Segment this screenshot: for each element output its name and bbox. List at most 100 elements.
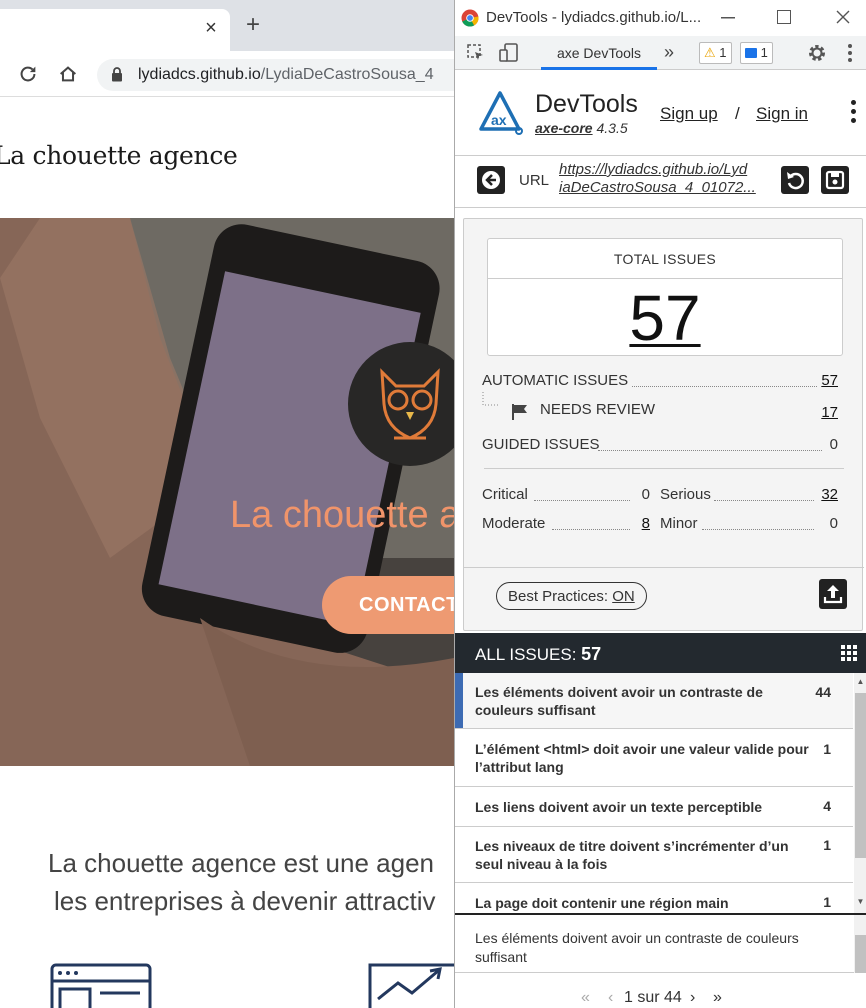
browser-tab[interactable]: × — [0, 9, 230, 51]
home-icon[interactable] — [57, 63, 79, 85]
close-window-icon[interactable] — [836, 10, 850, 24]
devtools-window: DevTools - lydiadcs.github.io/L... axe D… — [454, 0, 866, 1008]
settings-gear-icon[interactable] — [807, 43, 827, 63]
total-issues-label: TOTAL ISSUES — [613, 251, 717, 267]
all-issues-header: ALL ISSUES: 57 — [455, 633, 866, 673]
growth-chart-icon — [368, 963, 454, 1008]
new-tab-button[interactable]: + — [246, 13, 260, 37]
browser-window-icon — [50, 963, 152, 1008]
rescan-button[interactable] — [781, 166, 809, 194]
save-results-button[interactable] — [821, 166, 849, 194]
tab-close-button[interactable]: × — [200, 17, 222, 40]
sign-up-link[interactable]: Sign up — [660, 104, 718, 124]
detail-scrollbar-thumb[interactable] — [855, 935, 866, 973]
message-icon — [745, 48, 757, 58]
grid-view-icon[interactable] — [841, 645, 857, 661]
serious-label: Serious — [660, 486, 711, 503]
issue-count: 1 — [823, 741, 831, 757]
issue-title: Les niveaux de titre doivent s’incrément… — [475, 838, 789, 872]
devtools-titlebar: DevTools - lydiadcs.github.io/L... — [455, 0, 866, 36]
messages-count: 1 — [760, 45, 768, 60]
pager-first-button[interactable]: « — [581, 989, 590, 1007]
tab-axe-devtools[interactable]: axe DevTools — [541, 36, 657, 70]
issue-title: L’élément <html> doit avoir une valeur v… — [475, 741, 809, 775]
inspect-element-icon[interactable] — [467, 44, 485, 62]
more-tabs-button[interactable]: » — [664, 42, 674, 63]
pager-last-button[interactable]: » — [713, 989, 722, 1007]
dot-leader — [632, 386, 817, 387]
intro-section: La chouette agence est une agen les entr… — [0, 766, 454, 1008]
scroll-down-icon[interactable]: ▼ — [854, 897, 866, 906]
issue-row[interactable]: Les niveaux de titre doivent s’incrément… — [455, 827, 853, 883]
needs-review-count[interactable]: 17 — [818, 404, 838, 421]
minor-count: 0 — [829, 515, 838, 532]
best-practices-toggle[interactable]: Best Practices: ON — [496, 582, 647, 610]
issues-scrollbar[interactable]: ▲ ▼ — [854, 673, 866, 913]
detail-scrollbar[interactable] — [854, 915, 866, 973]
chrome-icon — [461, 9, 479, 27]
issue-count: 4 — [823, 798, 831, 814]
issue-detail-title: Les éléments doivent avoir un contraste … — [475, 930, 799, 965]
issue-detail-header: Les éléments doivent avoir un contraste … — [455, 913, 866, 973]
sign-separator: / — [735, 104, 740, 123]
devtools-tab-strip: axe DevTools » ⚠ 1 1 — [455, 36, 866, 70]
issue-count: 1 — [823, 894, 831, 910]
issues-list: Les éléments doivent avoir un contraste … — [455, 673, 853, 913]
total-issues-count[interactable]: 57 — [488, 281, 842, 355]
warnings-count: 1 — [719, 45, 727, 60]
warnings-badge[interactable]: ⚠ 1 — [699, 42, 732, 64]
issue-pager: « ‹ 1 sur 44 › » — [455, 985, 866, 1008]
contact-button[interactable]: CONTACT — [322, 576, 454, 634]
lock-icon — [112, 67, 122, 82]
maximize-icon[interactable] — [777, 10, 791, 24]
address-bar[interactable]: lydiadcs.github.io/LydiaDeCastroSousa_4 — [97, 59, 477, 91]
issue-row[interactable]: La page doit contenir une région main 1 — [455, 883, 853, 913]
browser-toolbar: lydiadcs.github.io/LydiaDeCastroSousa_4 — [0, 51, 477, 97]
export-button[interactable] — [819, 579, 847, 609]
automatic-issues-count[interactable]: 57 — [818, 372, 838, 389]
scrollbar-thumb[interactable] — [855, 693, 866, 858]
messages-badge[interactable]: 1 — [740, 42, 773, 64]
device-toolbar-icon[interactable] — [499, 43, 519, 63]
serious-count[interactable]: 32 — [814, 486, 838, 503]
devtools-menu-icon[interactable] — [848, 44, 852, 62]
total-issues-card: TOTAL ISSUES 57 — [487, 238, 843, 356]
total-divider — [488, 278, 842, 279]
minor-label: Minor — [660, 515, 698, 532]
browser-tab-strip: × + — [0, 0, 454, 51]
sign-in-link[interactable]: Sign in — [756, 104, 808, 124]
owl-logo-badge — [348, 342, 454, 466]
axe-header: ax DevTools axe-core 4.3.5 Sign up / Sig… — [455, 70, 866, 156]
upload-icon — [823, 585, 843, 604]
issue-title: La page doit contenir une région main — [475, 895, 729, 911]
scroll-up-icon[interactable]: ▲ — [854, 677, 866, 686]
all-issues-title: ALL ISSUES: 57 — [475, 644, 602, 664]
pager-prev-button[interactable]: ‹ — [608, 989, 613, 1007]
screen: { "browser": { "tab_close": "×", "new_ta… — [0, 0, 866, 1008]
back-button[interactable] — [477, 166, 505, 194]
flag-icon — [512, 404, 527, 420]
axe-core-link[interactable]: axe-core — [535, 120, 593, 136]
site-logo[interactable]: La chouette agence — [0, 141, 238, 170]
dot-leader — [702, 529, 814, 530]
issue-row[interactable]: Les éléments doivent avoir un contraste … — [455, 673, 853, 729]
tree-connector — [482, 392, 498, 406]
address-url: lydiadcs.github.io/LydiaDeCastroSousa_4 — [138, 66, 434, 83]
axe-menu-icon[interactable] — [851, 100, 857, 127]
moderate-count[interactable]: 8 — [634, 515, 650, 532]
pager-next-button[interactable]: › — [690, 989, 695, 1007]
critical-count: 0 — [641, 486, 650, 503]
best-practices-label: Best Practices: — [508, 588, 609, 605]
issue-row[interactable]: Les liens doivent avoir un texte percept… — [455, 787, 853, 827]
devtools-window-title: DevTools - lydiadcs.github.io/L... — [486, 9, 702, 26]
guided-issues-count: 0 — [829, 436, 838, 453]
hero-title: La chouette a — [230, 494, 454, 536]
moderate-label: Moderate — [482, 515, 546, 532]
scanned-url-link[interactable]: https://lydiadcs.github.io/Lyd iaDeCastro… — [559, 161, 771, 197]
reload-icon[interactable] — [17, 63, 39, 85]
pager-position: 1 sur 44 — [624, 989, 682, 1006]
needs-review-label: NEEDS REVIEW — [540, 401, 656, 418]
minimize-icon[interactable] — [721, 17, 735, 19]
issue-row[interactable]: L’élément <html> doit avoir une valeur v… — [455, 729, 853, 787]
automatic-issues-label: AUTOMATIC ISSUES — [482, 372, 629, 389]
